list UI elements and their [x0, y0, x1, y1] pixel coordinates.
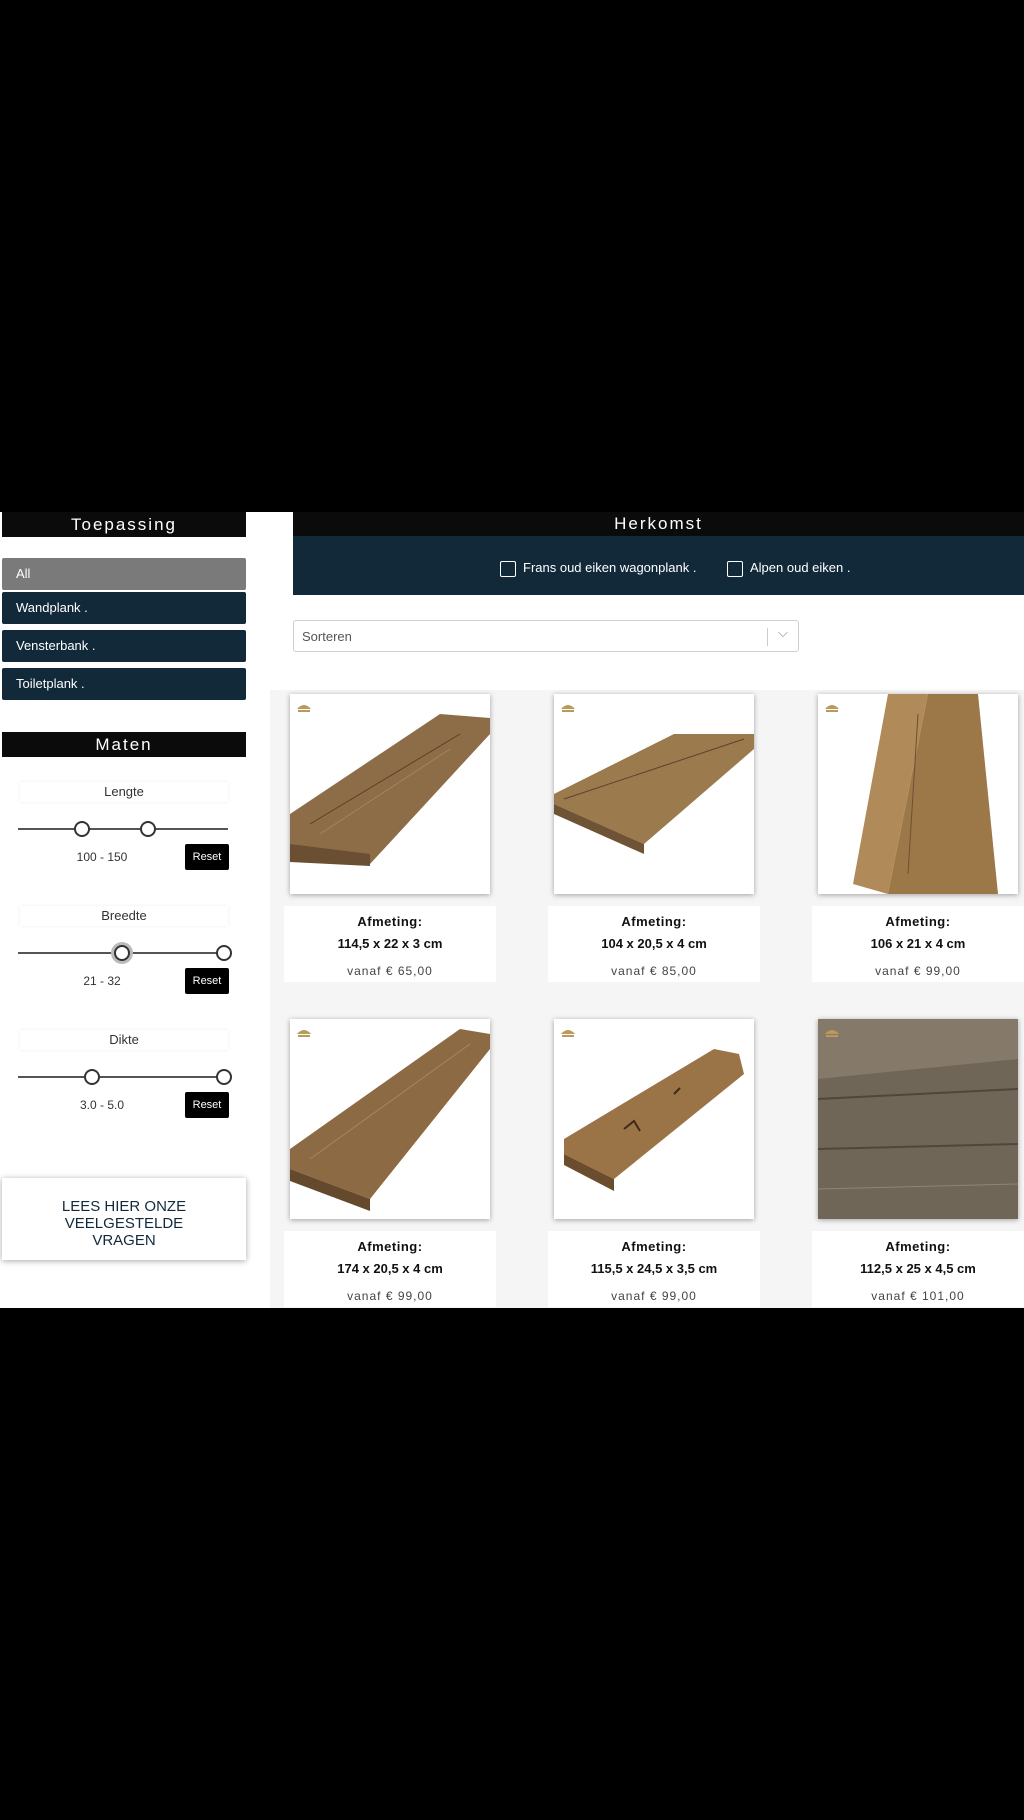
wood-plank-image [564, 1049, 744, 1191]
lengte-min-handle[interactable] [74, 821, 90, 837]
dikte-min-handle[interactable] [84, 1069, 100, 1085]
breedte-value: 21 - 32 [83, 974, 121, 988]
product-image[interactable] [290, 694, 490, 894]
breedte-min-handle[interactable] [114, 945, 130, 961]
wood-plank-image [290, 714, 490, 866]
product-info: Afmeting: 115,5 x 24,5 x 3,5 cm vanaf € … [548, 1231, 760, 1307]
dikte-value: 3.0 - 5.0 [79, 1098, 125, 1112]
filter-item-vensterbank[interactable]: Vensterbank . [2, 630, 246, 662]
sort-select[interactable]: Sorteren ⌵ [293, 620, 799, 652]
sort-separator [767, 628, 768, 646]
faq-box[interactable]: LEES HIER ONZE VEELGESTELDE VRAGEN [2, 1178, 246, 1260]
brand-logo-icon [825, 1030, 839, 1037]
dikte-reset-button[interactable]: Reset [185, 1092, 229, 1118]
product-image[interactable] [818, 694, 1018, 894]
product-image[interactable] [818, 1019, 1018, 1219]
herkomst-heading: Herkomst [293, 512, 1024, 536]
breedte-slider[interactable] [18, 945, 232, 961]
dikte-slider[interactable] [18, 1069, 232, 1085]
filter-item-wandplank[interactable]: Wandplank . [2, 592, 246, 624]
product-image[interactable] [554, 694, 754, 894]
filter-sidebar: Toepassing All Wandplank . Vensterbank .… [0, 512, 248, 1308]
herkomst-option-frans[interactable]: Frans oud eiken wagonplank . [500, 558, 696, 578]
lengte-slider[interactable] [18, 821, 228, 837]
sort-label: Sorteren [302, 629, 352, 644]
afmeting-value: 114,5 x 22 x 3 cm [337, 936, 443, 951]
product-info: Afmeting: 112,5 x 25 x 4,5 cm vanaf € 10… [812, 1231, 1024, 1307]
breedte-label: Breedte [20, 906, 228, 926]
dikte-label: Dikte [20, 1030, 228, 1050]
checkbox-icon[interactable] [727, 560, 743, 577]
afmeting-label: Afmeting: [885, 1239, 951, 1254]
afmeting-value: 106 x 21 x 4 cm [870, 936, 966, 951]
filter-item-all[interactable]: All [2, 558, 246, 590]
checkbox-icon[interactable] [500, 560, 516, 577]
toepassing-heading: Toepassing [2, 512, 246, 537]
dikte-max-handle[interactable] [216, 1069, 232, 1085]
wood-plank-image [290, 1029, 490, 1211]
product-price: vanaf € 99,00 [875, 964, 961, 978]
product-price: vanaf € 65,00 [347, 964, 433, 978]
lengte-reset-button[interactable]: Reset [185, 844, 229, 870]
breedte-reset-button[interactable]: Reset [185, 968, 229, 994]
wood-plank-image [554, 734, 754, 854]
product-info: Afmeting: 104 x 20,5 x 4 cm vanaf € 85,0… [548, 906, 760, 982]
product-image[interactable] [290, 1019, 490, 1219]
afmeting-value: 112,5 x 25 x 4,5 cm [860, 1261, 976, 1276]
maten-heading: Maten [2, 732, 246, 757]
product-info: Afmeting: 174 x 20,5 x 4 cm vanaf € 99,0… [284, 1231, 496, 1307]
afmeting-label: Afmeting: [357, 1239, 423, 1254]
brand-logo-icon [561, 1030, 575, 1037]
lengte-value: 100 - 150 [76, 850, 128, 864]
faq-link[interactable]: LEES HIER ONZE VEELGESTELDE VRAGEN [2, 1198, 246, 1249]
wood-plank-image [818, 1019, 1018, 1219]
afmeting-value: 104 x 20,5 x 4 cm [601, 936, 707, 951]
afmeting-value: 115,5 x 24,5 x 3,5 cm [590, 1261, 718, 1276]
filter-item-toiletplank[interactable]: Toiletplank . [2, 668, 246, 700]
shop-page: Toepassing All Wandplank . Vensterbank .… [0, 512, 1024, 1308]
herkomst-option-label: Alpen oud eiken . [750, 560, 851, 575]
herkomst-option-alpen[interactable]: Alpen oud eiken . [727, 558, 850, 578]
product-price: vanaf € 101,00 [871, 1289, 965, 1303]
brand-logo-icon [561, 705, 575, 712]
brand-logo-icon [825, 705, 839, 712]
product-price: vanaf € 85,00 [611, 964, 697, 978]
product-info: Afmeting: 106 x 21 x 4 cm vanaf € 99,00 [812, 906, 1024, 982]
product-price: vanaf € 99,00 [347, 1289, 433, 1303]
herkomst-filter-bar: Herkomst Frans oud eiken wagonplank . Al… [293, 512, 1024, 595]
afmeting-label: Afmeting: [621, 1239, 687, 1254]
product-price: vanaf € 99,00 [611, 1289, 697, 1303]
lengte-max-handle[interactable] [140, 821, 156, 837]
wood-plank-image [853, 694, 998, 894]
afmeting-value: 174 x 20,5 x 4 cm [337, 1261, 443, 1276]
product-info: Afmeting: 114,5 x 22 x 3 cm vanaf € 65,0… [284, 906, 496, 982]
afmeting-label: Afmeting: [621, 914, 687, 929]
chevron-down-icon[interactable]: ⌵ [778, 625, 788, 641]
breedte-max-handle[interactable] [216, 945, 232, 961]
afmeting-label: Afmeting: [357, 914, 423, 929]
lengte-label: Lengte [20, 782, 228, 802]
herkomst-option-label: Frans oud eiken wagonplank . [523, 560, 697, 575]
product-image[interactable] [554, 1019, 754, 1219]
brand-logo-icon [297, 705, 311, 712]
brand-logo-icon [297, 1030, 311, 1037]
afmeting-label: Afmeting: [885, 914, 951, 929]
